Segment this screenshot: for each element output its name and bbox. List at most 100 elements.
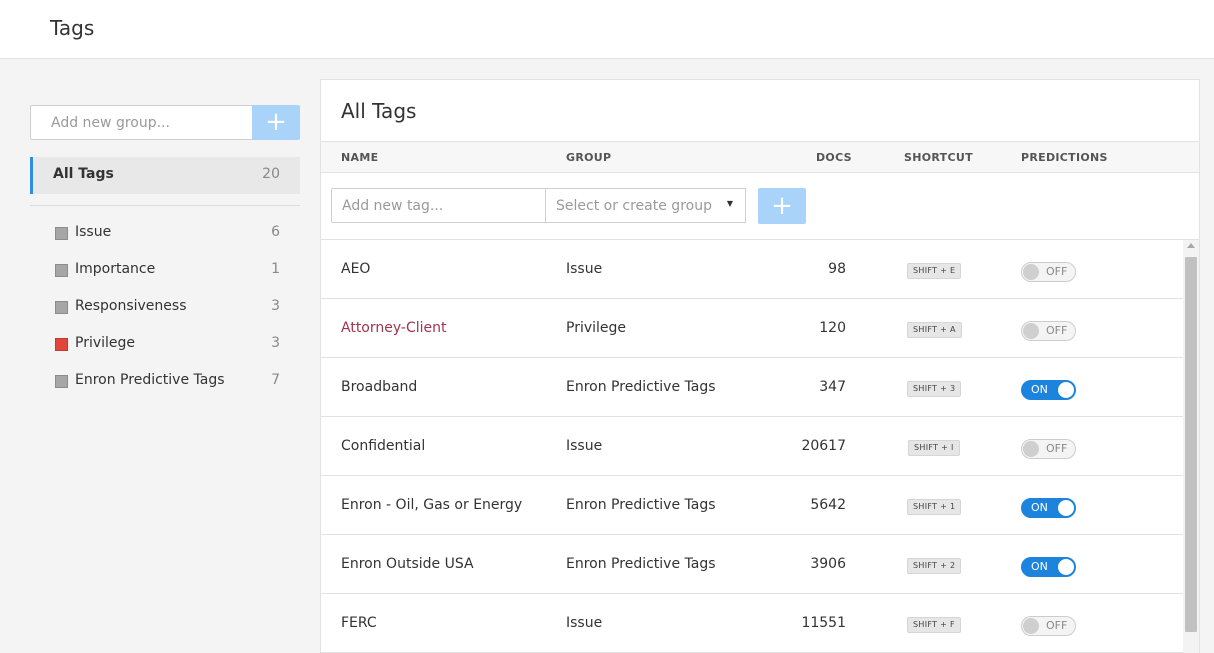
table-row[interactable]: Broadband Enron Predictive Tags 347 SHIF… [321, 358, 1183, 417]
sidebar-item-count: 3 [271, 298, 280, 314]
group-color-swatch [55, 375, 68, 388]
table-row[interactable]: Attorney-Client Privilege 120 SHIFT + A … [321, 299, 1183, 358]
tag-table-body: AEO Issue 98 SHIFT + E OFF Attorney-Clie… [321, 240, 1183, 653]
predictions-toggle[interactable]: OFF [1021, 616, 1076, 636]
sidebar-item-label: Importance [75, 261, 156, 277]
toggle-knob [1023, 264, 1039, 280]
predictions-toggle[interactable]: OFF [1021, 262, 1076, 282]
scroll-up-arrow-icon[interactable] [1187, 243, 1195, 248]
tag-name[interactable]: AEO [341, 261, 370, 277]
sidebar-item-importance[interactable]: Importance 1 [30, 252, 300, 289]
sidebar-item-label: Privilege [75, 335, 136, 351]
column-header-name[interactable]: NAME [341, 151, 378, 164]
shortcut-badge: SHIFT + 3 [907, 381, 962, 397]
tags-panel: All Tags NAME GROUP DOCS SHORTCUT PREDIC… [320, 79, 1200, 653]
top-bar: Tags [0, 0, 1214, 59]
sidebar-item-issue[interactable]: Issue 6 [30, 215, 300, 252]
column-header-docs[interactable]: DOCS [816, 151, 852, 164]
shortcut-badge: SHIFT + I [908, 440, 960, 456]
tag-name[interactable]: FERC [341, 615, 377, 631]
sidebar-item-privilege[interactable]: Privilege 3 [30, 326, 300, 363]
sidebar-item-responsiveness[interactable]: Responsiveness 3 [30, 289, 300, 326]
tag-doc-count: 98 [828, 261, 846, 277]
group-color-swatch [55, 301, 68, 314]
predictions-toggle[interactable]: OFF [1021, 321, 1076, 341]
toggle-label: ON [1031, 560, 1048, 573]
tag-group: Enron Predictive Tags [566, 556, 716, 572]
toggle-knob [1023, 323, 1039, 339]
table-row[interactable]: Confidential Issue 20617 SHIFT + I OFF [321, 417, 1183, 476]
tag-doc-count: 20617 [801, 438, 846, 454]
shortcut-badge: SHIFT + E [907, 263, 962, 279]
tag-doc-count: 347 [819, 379, 846, 395]
group-color-swatch [55, 338, 68, 351]
sidebar-item-enron-predictive-tags[interactable]: Enron Predictive Tags 7 [30, 363, 300, 400]
toggle-knob [1058, 500, 1074, 516]
toggle-label: ON [1031, 383, 1048, 396]
sidebar-item-all-tags[interactable]: All Tags 20 [30, 157, 300, 194]
column-header-shortcut: SHORTCUT [904, 151, 973, 164]
group-select-placeholder: Select or create group [556, 198, 712, 214]
tag-name[interactable]: Enron Outside USA [341, 556, 474, 572]
sidebar-item-count: 1 [271, 261, 280, 277]
predictions-toggle[interactable]: ON [1021, 380, 1076, 400]
column-header-predictions: PREDICTIONS [1021, 151, 1108, 164]
tag-group: Issue [566, 261, 603, 277]
page-title: Tags [50, 16, 95, 40]
predictions-toggle[interactable]: OFF [1021, 439, 1076, 459]
shortcut-badge: SHIFT + 1 [907, 499, 962, 515]
group-select[interactable]: Select or create group ▼ [545, 188, 746, 223]
caret-down-icon: ▼ [726, 199, 733, 208]
tag-doc-count: 3906 [810, 556, 846, 572]
scrollbar-thumb[interactable] [1185, 257, 1197, 632]
toggle-label: OFF [1046, 442, 1068, 455]
tag-name[interactable]: Attorney-Client [341, 320, 447, 336]
group-color-swatch [55, 264, 68, 277]
tag-group: Issue [566, 615, 603, 631]
add-tag-input[interactable] [331, 188, 546, 223]
predictions-toggle[interactable]: ON [1021, 498, 1076, 518]
sidebar-item-label: All Tags [53, 166, 114, 182]
table-row[interactable]: Enron - Oil, Gas or Energy Enron Predict… [321, 476, 1183, 535]
add-group-form: + [30, 105, 300, 140]
tag-doc-count: 5642 [810, 497, 846, 513]
sidebar-item-count: 6 [271, 224, 280, 240]
toggle-knob [1023, 618, 1039, 634]
table-header: NAME GROUP DOCS SHORTCUT PREDICTIONS [321, 141, 1199, 173]
tag-group: Privilege [566, 320, 627, 336]
tag-name[interactable]: Broadband [341, 379, 417, 395]
table-row[interactable]: AEO Issue 98 SHIFT + E OFF [321, 240, 1183, 299]
toggle-label: OFF [1046, 265, 1068, 278]
predictions-toggle[interactable]: ON [1021, 557, 1076, 577]
tag-name[interactable]: Enron - Oil, Gas or Energy [341, 497, 522, 513]
sidebar: + All Tags 20 Issue 6 Importance 1 Respo… [30, 105, 300, 400]
panel-title: All Tags [341, 99, 417, 123]
toggle-label: ON [1031, 501, 1048, 514]
add-group-input[interactable] [30, 105, 252, 140]
sidebar-item-label: Issue [75, 224, 112, 240]
sidebar-item-label: Enron Predictive Tags [75, 372, 225, 388]
shortcut-badge: SHIFT + 2 [907, 558, 962, 574]
tag-group: Issue [566, 438, 603, 454]
column-header-group[interactable]: GROUP [566, 151, 611, 164]
table-row[interactable]: FERC Issue 11551 SHIFT + F OFF [321, 594, 1183, 653]
toggle-label: OFF [1046, 324, 1068, 337]
toggle-knob [1023, 441, 1039, 457]
sidebar-item-count: 7 [271, 372, 280, 388]
add-tag-form: Select or create group ▼ + [321, 173, 1199, 240]
table-row[interactable]: Enron Outside USA Enron Predictive Tags … [321, 535, 1183, 594]
shortcut-badge: SHIFT + F [907, 617, 961, 633]
sidebar-item-label: Responsiveness [75, 298, 187, 314]
tag-group: Enron Predictive Tags [566, 379, 716, 395]
vertical-scrollbar[interactable] [1183, 240, 1199, 653]
group-color-swatch [55, 227, 68, 240]
tag-name[interactable]: Confidential [341, 438, 425, 454]
add-tag-button[interactable]: + [758, 188, 806, 224]
tag-group: Enron Predictive Tags [566, 497, 716, 513]
shortcut-badge: SHIFT + A [907, 322, 962, 338]
group-list: Issue 6 Importance 1 Responsiveness 3 Pr… [30, 215, 300, 400]
toggle-knob [1058, 559, 1074, 575]
add-group-button[interactable]: + [252, 105, 300, 140]
tag-doc-count: 120 [819, 320, 846, 336]
sidebar-item-count: 3 [271, 335, 280, 351]
